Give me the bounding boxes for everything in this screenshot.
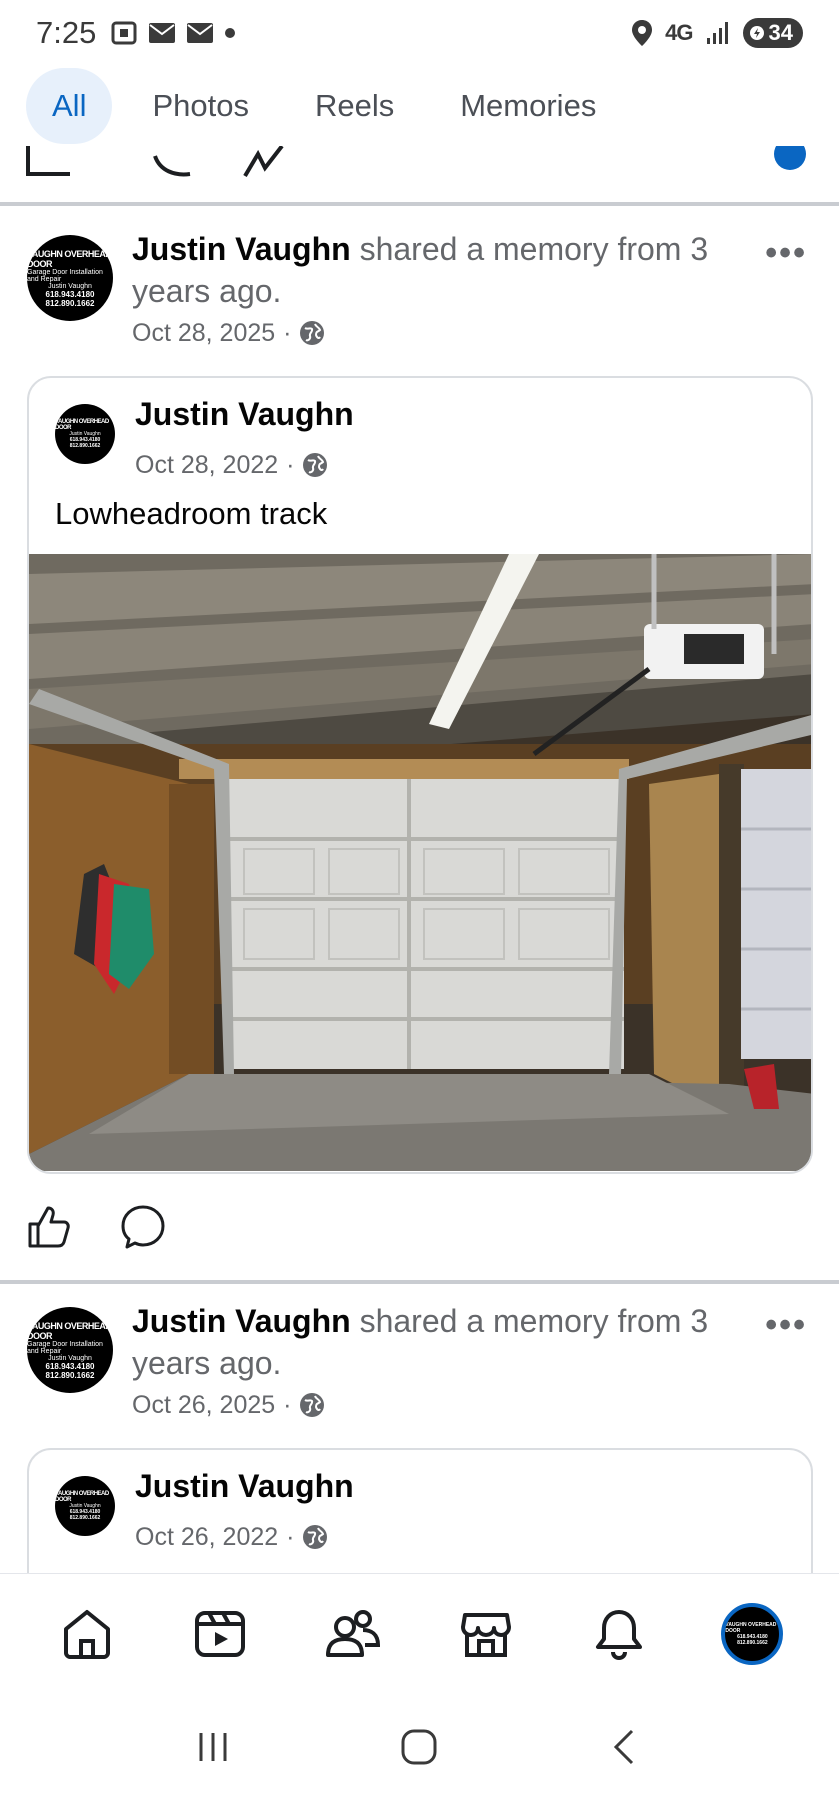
signal-icon: [706, 22, 728, 44]
globe-icon: [300, 1393, 325, 1417]
reaction-badge: [774, 146, 806, 170]
avatar[interactable]: VAUGHN OVERHEAD DOOR Justin Vaughn 618.9…: [55, 404, 115, 464]
tab-all[interactable]: All: [26, 68, 113, 144]
post-meta: Oct 26, 2025 ·: [132, 1390, 742, 1420]
avatar-logo-name: Justin Vaughn: [48, 282, 92, 290]
post-header-text: Justin Vaughn shared a memory from 3 yea…: [132, 228, 742, 348]
author-name[interactable]: Justin Vaughn: [132, 231, 351, 267]
comment-icon[interactable]: [120, 1204, 166, 1250]
network-type: 4G: [665, 20, 693, 45]
like-icon[interactable]: [26, 146, 70, 176]
garage-door-photo[interactable]: [29, 554, 813, 1171]
separator-dot: ·: [286, 1523, 295, 1551]
avatar-logo-phone: 618.943.4180: [45, 1361, 95, 1371]
post-header: VAUGHN OVERHEAD DOOR Garage Door Install…: [0, 206, 839, 348]
home-button-icon[interactable]: [399, 1727, 439, 1767]
nav-profile[interactable]: VAUGHN OVERHEAD DOOR 618.943.4180 812.89…: [712, 1594, 792, 1674]
home-icon: [63, 1609, 110, 1659]
avatar-logo-phone: 812.890.1662: [45, 1370, 95, 1380]
tab-reels[interactable]: Reels: [289, 68, 420, 144]
card-header: VAUGHN OVERHEAD DOOR Justin Vaughn 618.9…: [29, 1450, 811, 1566]
post-header: VAUGHN OVERHEAD DOOR Garage Door Install…: [0, 1278, 839, 1420]
bell-icon: [596, 1609, 643, 1660]
shared-memory-card[interactable]: VAUGHN OVERHEAD DOOR Justin Vaughn 618.9…: [27, 1448, 813, 1573]
card-date[interactable]: Oct 28, 2022: [135, 450, 278, 480]
tab-memories[interactable]: Memories: [434, 68, 622, 144]
more-options-button[interactable]: •••: [765, 1306, 807, 1345]
tab-photos[interactable]: Photos: [126, 68, 275, 144]
nav-notifications[interactable]: [579, 1594, 659, 1674]
comment-icon[interactable]: [153, 155, 191, 177]
notification-icons: [110, 19, 236, 47]
avatar-logo-text: VAUGHN OVERHEAD DOOR: [55, 1491, 109, 1503]
avatar-logo-text: VAUGHN OVERHEAD DOOR: [725, 1621, 777, 1634]
video-icon: [194, 1610, 245, 1657]
recent-apps-icon[interactable]: [193, 1727, 233, 1767]
memory-post: VAUGHN OVERHEAD DOOR Garage Door Install…: [0, 1278, 839, 1573]
avatar-logo-name: Justin Vaughn: [48, 1354, 92, 1362]
separator-dot: ·: [283, 1391, 292, 1419]
friends-icon: [325, 1609, 380, 1657]
card-author-name[interactable]: Justin Vaughn: [135, 396, 354, 433]
card-date[interactable]: Oct 26, 2022: [135, 1522, 278, 1552]
share-icon[interactable]: [243, 146, 284, 178]
post-meta: Oct 28, 2025 ·: [132, 318, 742, 348]
profile-avatar: VAUGHN OVERHEAD DOOR 618.943.4180 812.89…: [721, 1602, 784, 1665]
system-navigation-bar: [0, 1693, 839, 1800]
post-header-text: Justin Vaughn shared a memory from 3 yea…: [132, 1300, 742, 1420]
post-caption: Lowheadroom track: [55, 496, 328, 531]
mail-icon: [149, 23, 176, 43]
avatar-logo-subtext: Garage Door Installation and Repair: [27, 268, 103, 283]
nav-home[interactable]: [47, 1594, 127, 1674]
dot-icon: [225, 28, 236, 38]
globe-icon: [303, 1525, 328, 1549]
marketplace-icon: [461, 1612, 512, 1657]
nav-friends[interactable]: [313, 1594, 393, 1674]
memory-post: VAUGHN OVERHEAD DOOR Garage Door Install…: [0, 206, 839, 1284]
mail-icon: [187, 23, 214, 43]
author-name[interactable]: Justin Vaughn: [132, 1303, 351, 1339]
avatar[interactable]: VAUGHN OVERHEAD DOOR Garage Door Install…: [27, 1307, 113, 1393]
avatar-logo-phone: 812.890.1662: [69, 443, 101, 449]
filter-tabs: All Photos Reels Memories: [0, 66, 839, 146]
separator-dot: ·: [286, 451, 295, 479]
post-date[interactable]: Oct 26, 2025: [132, 1390, 275, 1420]
avatar-logo-phone: 812.890.1662: [45, 298, 95, 308]
battery-indicator: 34: [742, 18, 803, 48]
more-options-button[interactable]: •••: [765, 234, 807, 273]
screenshot-icon: [111, 21, 137, 45]
battery-saver-icon: [749, 26, 764, 40]
post-actions: [0, 1174, 839, 1284]
avatar-logo-phone: 618.943.4180: [45, 289, 95, 299]
avatar-logo-subtext: Garage Door Installation and Repair: [27, 1340, 103, 1355]
avatar-logo-phone: 812.890.1662: [69, 1515, 101, 1521]
bottom-navigation: VAUGHN OVERHEAD DOOR 618.943.4180 812.89…: [0, 1573, 839, 1693]
like-icon[interactable]: [26, 1204, 72, 1250]
avatar[interactable]: VAUGHN OVERHEAD DOOR Justin Vaughn 618.9…: [55, 1476, 115, 1536]
card-author-name[interactable]: Justin Vaughn: [135, 1468, 354, 1505]
status-time: 7:25: [36, 15, 97, 50]
card-header: VAUGHN OVERHEAD DOOR Justin Vaughn 618.9…: [29, 378, 811, 494]
location-icon: [632, 20, 653, 46]
globe-icon: [303, 453, 328, 477]
avatar[interactable]: VAUGHN OVERHEAD DOOR Garage Door Install…: [27, 235, 113, 321]
avatar-logo-phone: 812.890.1662: [737, 1639, 768, 1646]
separator-dot: ·: [283, 319, 292, 347]
card-meta: Oct 26, 2022 ·: [135, 1522, 328, 1552]
post-date[interactable]: Oct 28, 2025: [132, 318, 275, 348]
globe-icon: [300, 321, 325, 345]
card-meta: Oct 28, 2022 ·: [135, 450, 328, 480]
avatar-logo-text: VAUGHN OVERHEAD DOOR: [27, 248, 112, 269]
avatar-logo-text: VAUGHN OVERHEAD DOOR: [55, 419, 109, 431]
nav-marketplace[interactable]: [446, 1594, 526, 1674]
previous-post-actions: [0, 146, 839, 206]
nav-video[interactable]: [180, 1594, 260, 1674]
shared-memory-card[interactable]: VAUGHN OVERHEAD DOOR Justin Vaughn 618.9…: [27, 376, 813, 1174]
avatar-logo-text: VAUGHN OVERHEAD DOOR: [27, 1320, 112, 1341]
back-icon[interactable]: [606, 1727, 646, 1767]
battery-level: 34: [768, 20, 793, 45]
status-bar: 7:25 4G 34: [0, 0, 839, 66]
